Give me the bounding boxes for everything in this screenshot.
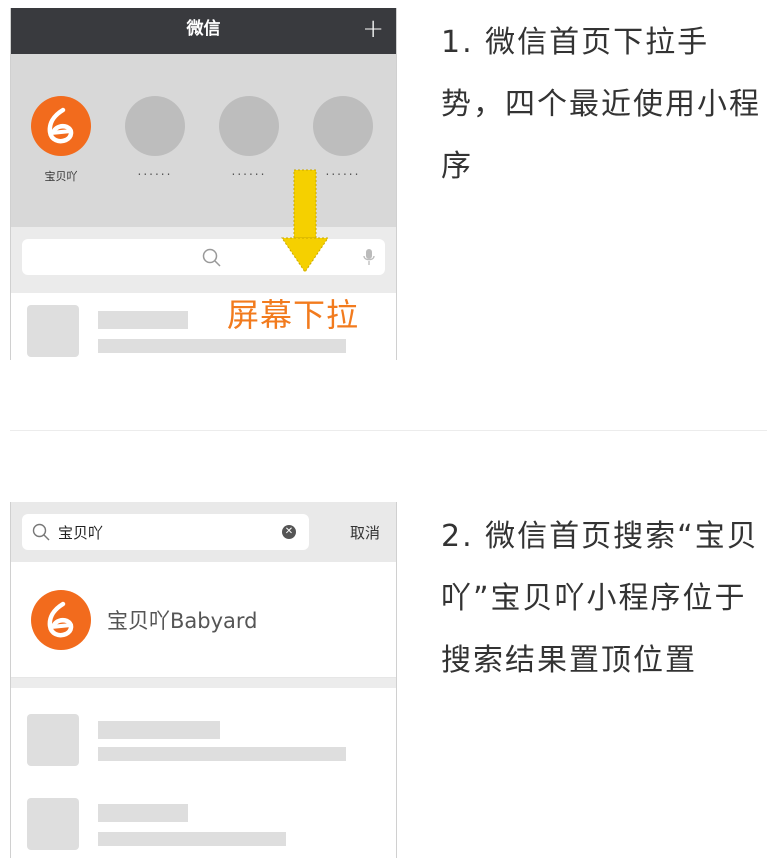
step1-description: 1. 微信首页下拉手势，四个最近使用小程序 (441, 25, 761, 184)
app-placeholder-icon (313, 96, 373, 156)
chat-title-placeholder (98, 804, 188, 822)
microphone-icon[interactable] (363, 248, 375, 266)
section-divider (10, 430, 767, 431)
recent-app-babyard[interactable]: 宝贝吖 (31, 96, 91, 184)
app-placeholder-icon (125, 96, 185, 156)
chat-preview-placeholder (98, 747, 346, 761)
search-header: 宝贝吖 ✕ 取消 (11, 502, 396, 562)
search-input[interactable] (22, 239, 385, 275)
recent-app-name: ...... (137, 164, 173, 178)
recent-app-placeholder[interactable]: ...... (125, 96, 185, 178)
recent-app-placeholder[interactable]: ...... (313, 96, 373, 178)
search-result-name: 宝贝吖Babyard (107, 609, 258, 633)
babyard-logo-icon (31, 96, 91, 156)
wechat-header: 微信 + (11, 8, 396, 54)
step2-description: 2. 微信首页搜索“宝贝吖”宝贝吖小程序位于搜索结果置顶位置 (441, 519, 759, 678)
clear-icon[interactable]: ✕ (282, 525, 296, 539)
search-area (11, 227, 396, 293)
recent-app-placeholder[interactable]: ...... (219, 96, 279, 178)
babyard-logo-icon (31, 590, 91, 650)
wechat-search-screen: 宝贝吖 ✕ 取消 宝贝吖Babyard (10, 502, 397, 858)
header-title: 微信 (186, 19, 221, 39)
pull-down-label: 屏幕下拉 (227, 296, 360, 334)
chat-preview-placeholder (98, 832, 286, 846)
app-placeholder-icon (219, 96, 279, 156)
cancel-button[interactable]: 取消 (350, 522, 380, 543)
chat-preview-placeholder (98, 339, 346, 353)
recent-app-name: 宝贝吖 (44, 170, 78, 183)
search-icon (32, 523, 50, 541)
chat-avatar-placeholder (27, 798, 79, 850)
chat-title-placeholder (98, 721, 220, 739)
pull-down-arrow-icon (281, 169, 329, 273)
search-icon (202, 248, 221, 267)
recent-mini-programs: 宝贝吖 ...... ...... ...... (11, 54, 396, 227)
plus-icon[interactable]: + (362, 8, 384, 50)
search-result-item[interactable]: 宝贝吖Babyard (11, 562, 396, 678)
search-input[interactable]: 宝贝吖 ✕ (22, 514, 309, 550)
chat-avatar-placeholder (27, 714, 79, 766)
search-query-text: 宝贝吖 (58, 524, 104, 542)
recent-app-name: ...... (231, 164, 267, 178)
section-separator (11, 678, 396, 688)
chat-avatar-placeholder (27, 305, 79, 357)
chat-title-placeholder (98, 311, 188, 329)
